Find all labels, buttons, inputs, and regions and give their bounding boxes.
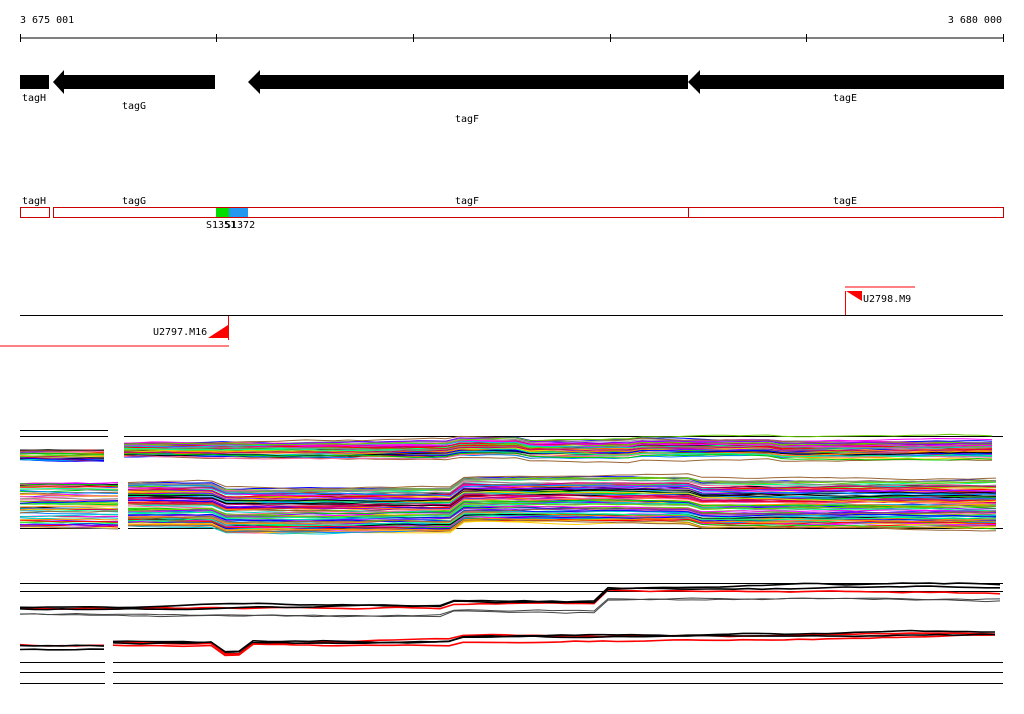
segment-track: tagH tagG tagF tagE S1351 S1372	[20, 196, 1004, 231]
profile-line	[19, 644, 105, 647]
transcript-track: U2798.M9 U2797.M16	[0, 286, 1003, 347]
transcript-flag-U2798	[846, 291, 862, 301]
gene-track: tagH tagG tagF tagE	[20, 70, 1004, 125]
gene-arrow-tagF[interactable]	[248, 70, 688, 94]
profile-line	[20, 505, 119, 508]
segment-label-tagE: tagE	[833, 196, 857, 207]
marker-label-S1372: S1372	[225, 220, 255, 231]
coordinate-ruler: 3 675 001 3 680 000	[20, 15, 1004, 42]
transcript-label-U2798[interactable]: U2798.M9	[863, 294, 911, 305]
expression-profile-panel-1	[19, 430, 1003, 535]
gene-tagH[interactable]: tagH	[20, 75, 49, 104]
genome-browser-canvas: 3 675 001 3 680 000 tagH tagG tagF tagE …	[0, 15, 1004, 684]
transcript-label-U2797[interactable]: U2797.M16	[153, 327, 207, 338]
marker-S1351[interactable]	[216, 208, 229, 217]
profile-line	[19, 648, 105, 651]
marker-S1372[interactable]	[229, 208, 248, 217]
gene-tagG[interactable]: tagG	[53, 70, 215, 112]
gene-arrow-tagG[interactable]	[53, 70, 215, 94]
gene-label-tagH: tagH	[22, 93, 46, 104]
gene-arrow-tagH[interactable]	[20, 75, 49, 89]
gene-tagF[interactable]: tagF	[248, 70, 688, 125]
transcript-flag-U2797	[208, 325, 228, 338]
gene-tagE[interactable]: tagE	[688, 70, 1004, 104]
gene-label-tagF: tagF	[455, 114, 479, 125]
profile-line	[19, 518, 118, 521]
segment-box-main[interactable]	[53, 207, 1004, 218]
gene-label-tagE: tagE	[833, 93, 857, 104]
gene-label-tagG: tagG	[122, 101, 146, 112]
gene-arrow-tagE[interactable]	[688, 70, 1004, 94]
expression-profile-panel-2	[19, 582, 1003, 684]
segment-label-tagG: tagG	[122, 196, 146, 207]
ruler-start-label: 3 675 001	[20, 15, 74, 26]
segment-label-tagH: tagH	[22, 196, 46, 207]
ruler-end-label: 3 680 000	[948, 15, 1002, 26]
profile-line	[19, 510, 119, 514]
segment-box-tagH[interactable]	[20, 207, 50, 218]
profile-line	[19, 585, 1000, 609]
segment-label-tagF: tagF	[455, 196, 479, 207]
